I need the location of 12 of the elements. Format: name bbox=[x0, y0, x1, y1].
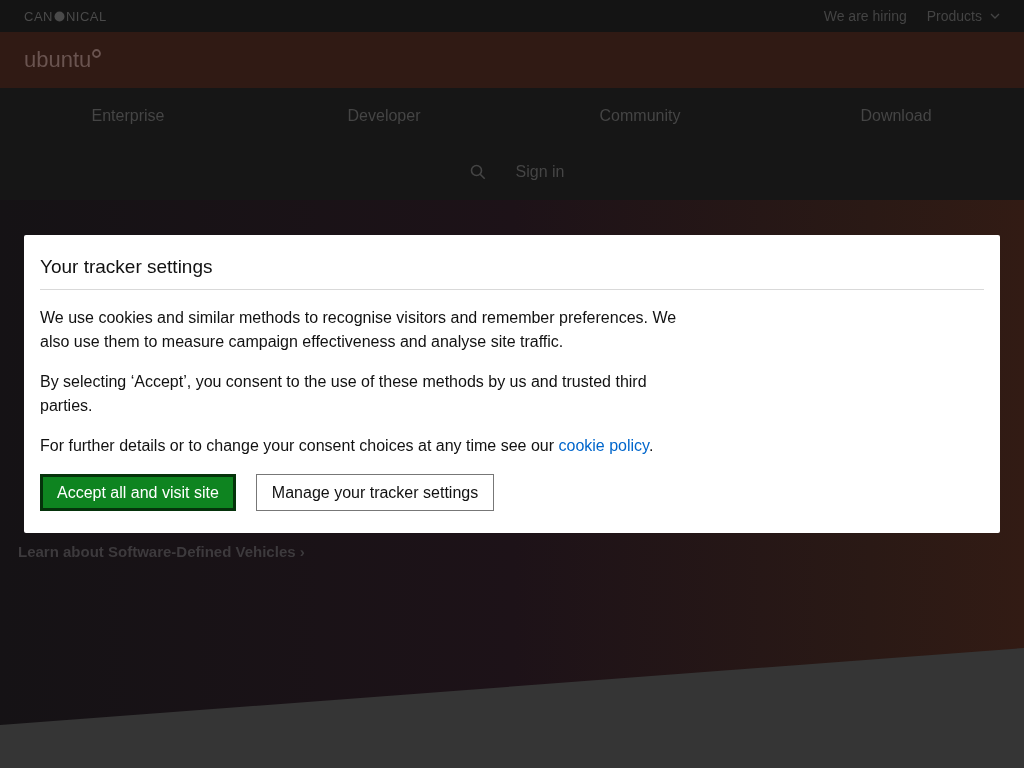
logo-dot-icon bbox=[53, 10, 65, 22]
manage-settings-button[interactable]: Manage your tracker settings bbox=[255, 474, 495, 511]
dialog-paragraph: We use cookies and similar methods to recognise visitors and remember preferences. We also use them to measure campaign effectiveness and analyse site traffic. bbox=[40, 308, 678, 352]
dialog-title: Your tracker settings bbox=[40, 255, 984, 290]
dialog-paragraph: By selecting ‘Accept’, you consent to the use of these methods by us and trusted third parties. bbox=[40, 372, 648, 416]
accept-button[interactable]: Accept all and visit site bbox=[40, 474, 236, 511]
brand-logo-text[interactable]: ubuntu bbox=[24, 47, 92, 73]
dialog-paragraph: For further details or to change your consent choices at any time see our cookie policy. bbox=[40, 436, 655, 456]
cookie-policy-link[interactable]: cookie policy bbox=[558, 437, 649, 454]
chevron-down-icon bbox=[990, 13, 1000, 19]
search-icon[interactable] bbox=[469, 164, 486, 180]
circle-logo-icon bbox=[92, 49, 102, 58]
